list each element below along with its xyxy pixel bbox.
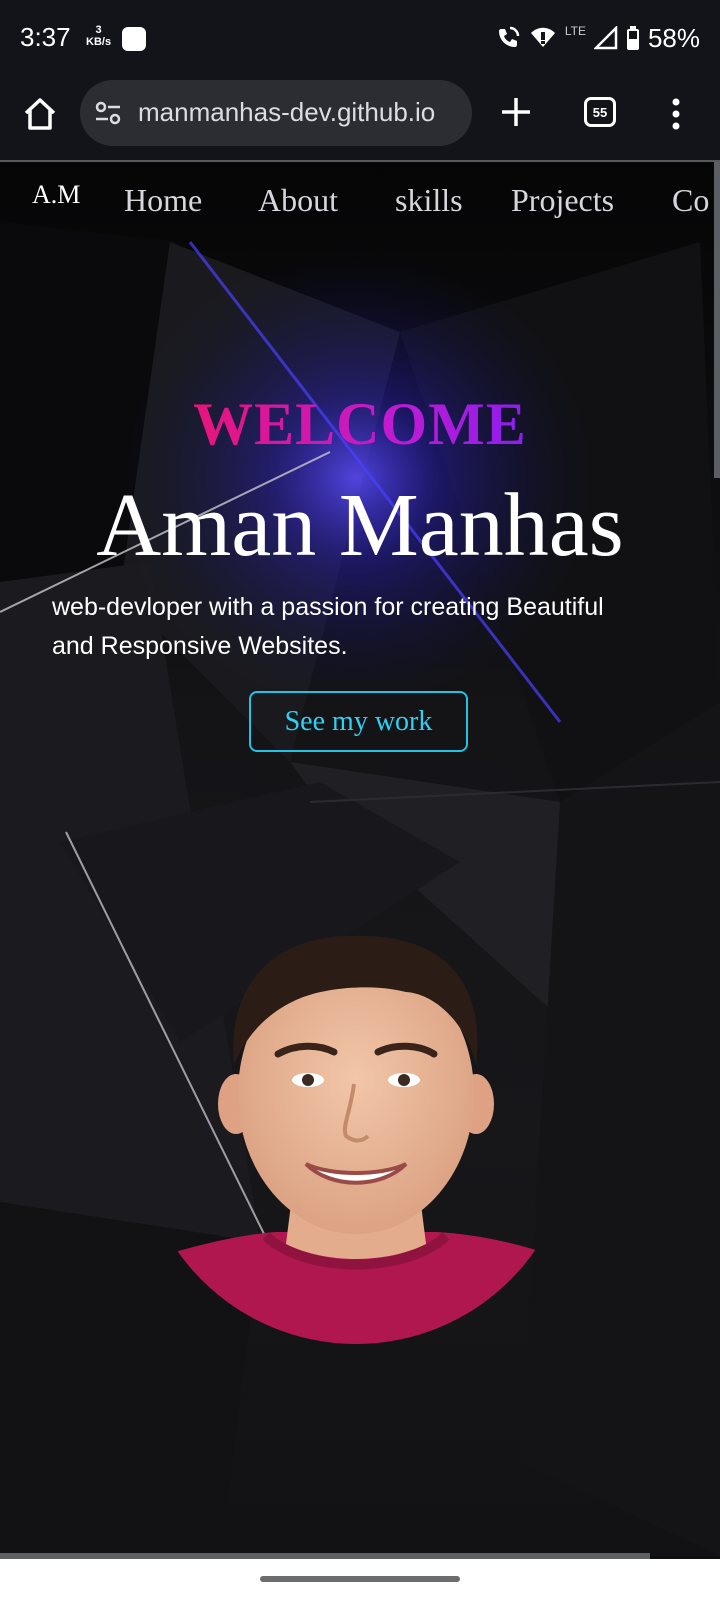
nav-link-contact[interactable]: Co (672, 182, 709, 219)
site-logo[interactable]: A.M (32, 180, 80, 210)
network-speed-unit: KB/s (86, 36, 112, 48)
welcome-heading: WELCOME (0, 390, 720, 459)
nav-link-home[interactable]: Home (124, 182, 202, 219)
battery-percent: 58% (647, 22, 700, 53)
network-speed-value: 3 (95, 24, 102, 36)
signal-icon (593, 26, 618, 50)
battery-icon (626, 26, 639, 50)
network-speed: 3 KB/s (86, 24, 111, 48)
status-time: 3:37 (20, 22, 71, 52)
address-bar[interactable]: manmanhas-dev.github.io (80, 80, 472, 146)
gesture-handle[interactable] (260, 1576, 460, 1582)
site-settings-icon[interactable] (94, 100, 122, 126)
profile-photo (138, 935, 574, 1344)
tagline-line-2: and Responsive Websites. (52, 632, 348, 660)
wifi-calling-icon (498, 26, 520, 47)
new-tab-icon[interactable] (496, 92, 536, 132)
background-polygons (0, 222, 720, 1556)
notification-app-icon (122, 27, 146, 51)
wifi-icon (530, 27, 555, 47)
browser-toolbar: manmanhas-dev.github.io 55 (0, 78, 720, 162)
see-my-work-button[interactable]: See my work (249, 691, 468, 752)
welcome-text: WELCOME (193, 391, 527, 457)
tab-count: 55 (592, 104, 608, 120)
hero-name: Aman Manhas (96, 476, 624, 575)
web-page[interactable]: A.M Home About skills Projects Co WELCOM… (0, 162, 720, 1556)
tagline-line-1: web-devloper with a passion for creating… (52, 593, 604, 621)
url-text[interactable]: manmanhas-dev.github.io (138, 97, 435, 128)
nav-link-skills[interactable]: skills (395, 182, 463, 219)
hero-tagline: web-devloper with a passion for creating… (52, 588, 672, 666)
network-type: LTE (564, 24, 586, 38)
home-icon[interactable] (20, 94, 60, 134)
site-nav: A.M Home About skills Projects Co (0, 162, 720, 238)
nav-link-about[interactable]: About (258, 182, 338, 219)
status-icons: LTE 58% (495, 22, 700, 54)
status-bar: 3:37 3 KB/s LTE 58% (0, 0, 720, 78)
nav-link-projects[interactable]: Projects (511, 182, 614, 219)
more-menu-icon[interactable] (664, 94, 688, 134)
tabs-icon[interactable]: 55 (584, 97, 616, 127)
phone-screen: 3:37 3 KB/s LTE 58% manmanhas-dev.github… (0, 0, 720, 1600)
